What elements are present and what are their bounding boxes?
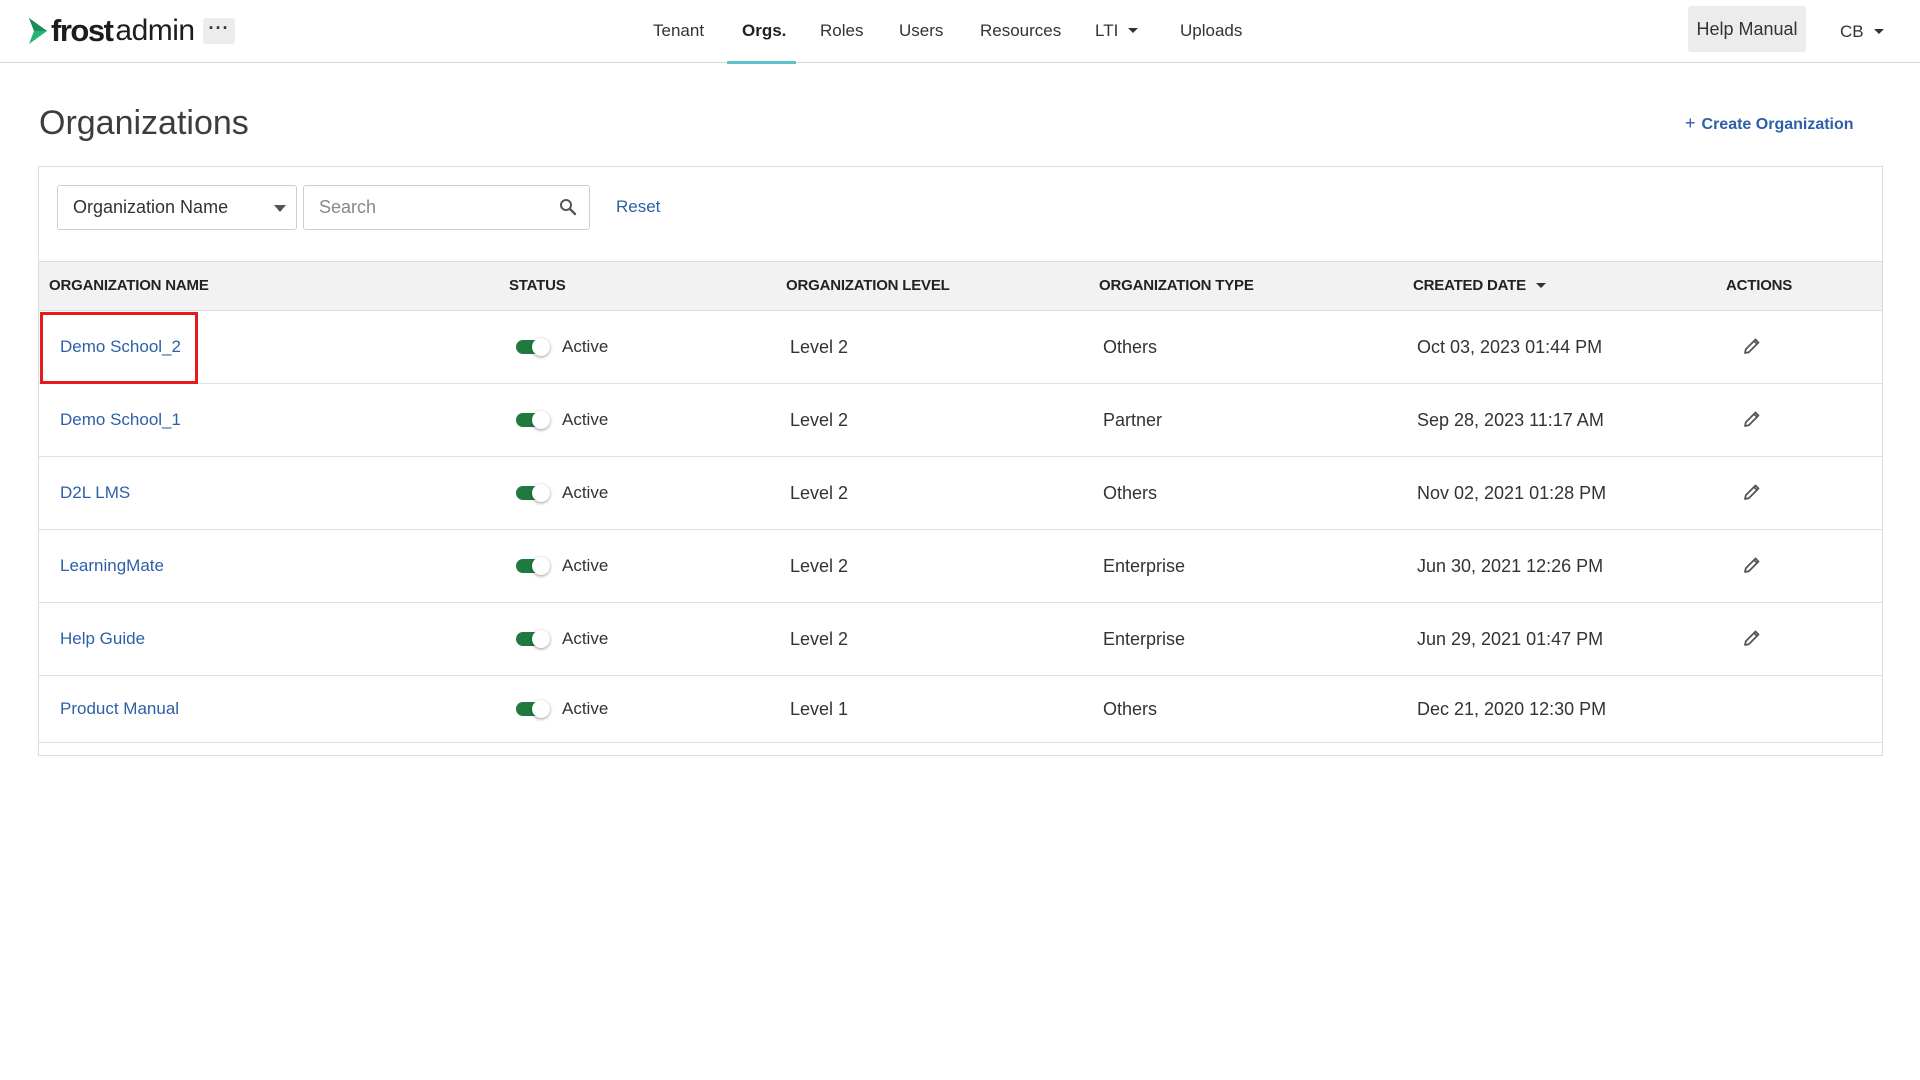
page-title: Organizations (39, 104, 249, 142)
organization-type: Enterprise (1103, 629, 1186, 649)
reset-link[interactable]: Reset (616, 196, 660, 218)
toggle-knob (532, 630, 550, 648)
status-text: Active (562, 699, 609, 718)
column-header-organization-name: ORGANIZATION NAME (49, 277, 209, 294)
created-date: Nov 02, 2021 01:28 PM (1417, 483, 1607, 503)
status-toggle[interactable] (516, 630, 550, 648)
status-text: Active (562, 556, 609, 575)
table-row: LearningMate Active Level 2 Enterprise Jun 3… (39, 530, 1882, 603)
top-navigation-bar: frost admin ··· Tenant Orgs. Roles Users… (0, 0, 1920, 64)
create-organization-label: Create Organization (1701, 116, 1854, 133)
nav-lti[interactable]: LTI (1095, 0, 1139, 63)
organization-type: Partner (1103, 410, 1163, 430)
user-initials: CB (1840, 22, 1864, 41)
logo-brand-text: frost (51, 13, 114, 48)
organization-level: Level 1 (790, 699, 849, 719)
nav-lti-label: LTI (1095, 21, 1119, 40)
active-nav-indicator (727, 61, 796, 64)
toggle-knob (532, 700, 550, 718)
status-toggle[interactable] (516, 557, 550, 575)
help-manual-button[interactable]: Help Manual (1688, 6, 1806, 52)
status-toggle[interactable] (516, 700, 550, 718)
status-text: Active (562, 337, 609, 356)
table-row: Product Manual Active Level 1 Others Dec 21,… (39, 676, 1882, 743)
sort-caret-down-icon (1535, 282, 1546, 288)
nav-tenant[interactable]: Tenant (653, 0, 704, 63)
pencil-icon[interactable] (1742, 409, 1762, 429)
pencil-icon[interactable] (1742, 482, 1762, 502)
selection-highlight-box (40, 312, 198, 384)
nav-users[interactable]: Users (899, 0, 943, 63)
caret-down-icon (1873, 29, 1884, 35)
status-text: Active (562, 483, 609, 502)
nav-orgs[interactable]: Orgs. (742, 0, 786, 63)
status-toggle[interactable] (516, 411, 550, 429)
table-row: D2L LMS Active Level 2 Others Nov 02, 2021 0… (39, 457, 1882, 530)
filter-field-value: Organization Name (73, 197, 229, 217)
created-date: Dec 21, 2020 12:30 PM (1417, 699, 1607, 719)
status-text: Active (562, 629, 609, 648)
toggle-knob (532, 338, 550, 356)
search-input[interactable]: Search (303, 185, 590, 230)
more-apps-button[interactable]: ··· (203, 18, 235, 44)
chevron-logo-icon (29, 18, 47, 44)
organization-level: Level 2 (790, 483, 849, 503)
organization-level: Level 2 (790, 629, 849, 649)
dropdown-arrow-icon (274, 205, 286, 212)
plus-icon: + (1685, 113, 1696, 133)
pencil-icon[interactable] (1742, 555, 1762, 575)
logo-suffix-text: admin (115, 14, 195, 47)
toggle-knob (532, 411, 550, 429)
nav-roles[interactable]: Roles (820, 0, 863, 63)
organization-name-link[interactable]: Product Manual (60, 676, 179, 742)
organization-level: Level 2 (790, 410, 849, 430)
status-text: Active (562, 410, 609, 429)
organization-name-link[interactable]: D2L LMS (60, 457, 130, 529)
pencil-icon[interactable] (1742, 628, 1762, 648)
pencil-icon[interactable] (1742, 336, 1762, 356)
toggle-knob (532, 557, 550, 575)
organization-name-link[interactable]: LearningMate (60, 530, 164, 602)
created-date: Oct 03, 2023 01:44 PM (1417, 337, 1603, 357)
table-row: Help Guide Active Level 2 Enterprise Jun 29,… (39, 603, 1882, 676)
organization-type: Others (1103, 337, 1158, 357)
column-header-status: STATUS (509, 277, 566, 294)
toggle-knob (532, 484, 550, 502)
frost-admin-logo[interactable]: frost admin (27, 14, 195, 48)
organization-type: Others (1103, 699, 1158, 719)
created-date: Jun 30, 2021 12:26 PM (1417, 556, 1604, 576)
table-row: Demo School_2 Active Level 2 Others Oct 03, … (39, 311, 1882, 384)
search-icon[interactable] (559, 198, 577, 216)
nav-uploads[interactable]: Uploads (1180, 0, 1242, 63)
status-toggle[interactable] (516, 484, 550, 502)
column-header-actions: ACTIONS (1726, 277, 1793, 294)
organization-type: Enterprise (1103, 556, 1186, 576)
filter-field-select[interactable]: Organization Name (57, 185, 297, 230)
search-placeholder: Search (319, 197, 377, 217)
table-header: ORGANIZATION NAME STATUS ORGANIZATION LE… (39, 261, 1882, 311)
nav-resources[interactable]: Resources (980, 0, 1061, 63)
create-organization-button[interactable]: + Create Organization (1685, 112, 1854, 136)
created-date: Jun 29, 2021 01:47 PM (1417, 629, 1604, 649)
column-header-organization-type: ORGANIZATION TYPE (1099, 277, 1254, 294)
user-menu[interactable]: CB (1840, 22, 1884, 42)
column-header-created-date[interactable]: CREATED DATE (1413, 262, 1546, 310)
table-row: Demo School_1 Active Level 2 Partner Sep 28,… (39, 384, 1882, 457)
status-toggle[interactable] (516, 338, 550, 356)
organization-level: Level 2 (790, 337, 849, 357)
organization-name-link[interactable]: Help Guide (60, 603, 145, 675)
created-date: Sep 28, 2023 11:17 AM (1417, 410, 1604, 430)
created-date-label: CREATED DATE (1413, 277, 1526, 294)
organization-type: Others (1103, 483, 1158, 503)
organization-level: Level 2 (790, 556, 849, 576)
column-header-organization-level: ORGANIZATION LEVEL (786, 277, 950, 294)
organization-name-link[interactable]: Demo School_1 (60, 384, 181, 456)
caret-down-icon (1128, 28, 1139, 34)
